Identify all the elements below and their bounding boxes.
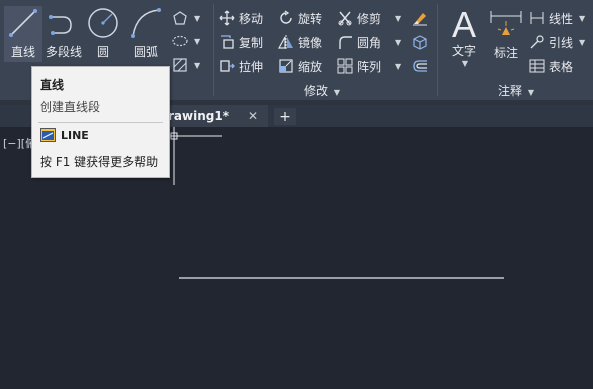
dimension-label: 标注 <box>493 46 518 60</box>
chevron-down-icon: ▼ <box>194 13 201 23</box>
line-label: 直线 <box>10 45 35 59</box>
dimension-button[interactable]: 标注 <box>487 6 525 62</box>
chevron-down-icon: ▼ <box>333 88 340 97</box>
leader-label: 引线 <box>549 35 574 50</box>
copy-label: 复制 <box>239 35 264 50</box>
annotation-panel-title[interactable]: 注释 ▼ <box>498 82 534 99</box>
move-button[interactable]: 移动 <box>219 8 263 28</box>
panel-separator <box>437 4 438 96</box>
circle-icon <box>85 6 121 40</box>
text-icon: A <box>446 6 482 42</box>
linear-button[interactable]: 线性 ▼ <box>529 8 585 28</box>
move-label: 移动 <box>239 11 264 26</box>
array-label: 阵列 <box>357 59 382 74</box>
line-icon <box>5 6 41 40</box>
chevron-down-icon: ▼ <box>395 37 402 47</box>
drawing-tab-label: rawing1* <box>168 109 229 123</box>
chevron-down-icon: ▼ <box>395 13 402 23</box>
table-label: 表格 <box>549 59 574 74</box>
svg-text:A: A <box>452 6 476 42</box>
tooltip-command-name: LINE <box>61 128 89 142</box>
array-button[interactable]: 阵列 ▼ <box>337 56 401 76</box>
polyline-label: 多段线 <box>45 45 82 59</box>
offset-button[interactable] <box>411 56 429 76</box>
mirror-label: 镜像 <box>298 35 323 50</box>
array-icon <box>337 58 353 74</box>
stretch-icon <box>220 60 235 72</box>
stretch-label: 拉伸 <box>239 59 264 74</box>
command-line-icon <box>40 128 56 142</box>
chevron-down-icon: ▼ <box>395 61 402 71</box>
leader-icon <box>530 35 544 49</box>
text-button[interactable]: A 文字 ▼ <box>443 6 485 68</box>
chevron-down-icon: ▼ <box>579 37 586 47</box>
modify-panel-title[interactable]: 修改 ▼ <box>304 82 340 99</box>
mirror-icon <box>278 35 293 49</box>
ellipse-button[interactable]: ▼ <box>172 31 200 51</box>
panel-separator <box>213 4 214 96</box>
trim-icon <box>338 11 352 26</box>
tooltip-command: LINE <box>40 128 89 142</box>
tab-drawing1[interactable]: rawing1* ✕ <box>168 105 268 127</box>
rotate-button[interactable]: 旋转 <box>278 8 322 28</box>
eraser-icon <box>413 13 427 26</box>
arc-button[interactable]: 圆弧 <box>128 6 164 62</box>
tooltip-description: 创建直线段 <box>40 100 101 114</box>
copy-icon <box>221 35 234 49</box>
polygon-button[interactable]: ▼ <box>172 8 200 28</box>
chevron-down-icon: ▼ <box>527 88 534 97</box>
polygon-icon <box>173 11 187 25</box>
polyline-icon <box>46 6 82 40</box>
rotate-icon <box>280 10 292 24</box>
3d-box-button[interactable] <box>411 32 429 52</box>
erase-button[interactable] <box>411 8 429 28</box>
scale-label: 缩放 <box>298 59 323 74</box>
table-icon <box>529 59 545 73</box>
line-button[interactable]: 直线 <box>4 6 42 62</box>
fillet-label: 圆角 <box>357 35 382 50</box>
polyline-button[interactable]: 多段线 <box>44 6 84 62</box>
arc-icon <box>128 6 164 40</box>
tooltip-title: 直线 <box>40 78 65 92</box>
linear-dimension-icon <box>530 12 544 24</box>
text-label: 文字 <box>451 44 476 58</box>
fillet-button[interactable]: 圆角 ▼ <box>337 32 401 52</box>
modify-panel-label: 修改 <box>304 84 329 98</box>
scale-button[interactable]: 缩放 <box>278 56 322 76</box>
mirror-button[interactable]: 镜像 <box>278 32 322 52</box>
circle-button[interactable]: 圆 <box>85 6 121 62</box>
fillet-icon <box>339 36 352 49</box>
linear-label: 线性 <box>549 11 574 26</box>
tooltip-divider <box>38 122 163 123</box>
offset-icon <box>413 60 427 72</box>
rotate-label: 旋转 <box>298 11 323 26</box>
leader-button[interactable]: 引线 ▼ <box>529 32 585 52</box>
move-icon <box>219 10 235 26</box>
table-button[interactable]: 表格 <box>529 56 573 76</box>
annotation-panel-label: 注释 <box>498 84 523 98</box>
trim-button[interactable]: 修剪 ▼ <box>337 8 401 28</box>
new-tab-button[interactable]: + <box>274 108 296 125</box>
line-tooltip: 直线 创建直线段 LINE 按 F1 键获得更多帮助 <box>31 66 170 178</box>
trim-label: 修剪 <box>357 11 382 26</box>
hatch-button[interactable]: ▼ <box>172 55 200 75</box>
chevron-down-icon: ▼ <box>194 36 201 46</box>
circle-label: 圆 <box>96 45 109 59</box>
chevron-down-icon: ▼ <box>194 60 201 70</box>
arc-label: 圆弧 <box>133 45 158 59</box>
scale-icon <box>279 59 293 73</box>
stretch-button[interactable]: 拉伸 <box>219 56 263 76</box>
hatch-icon <box>173 58 187 72</box>
ellipse-icon <box>172 35 188 47</box>
tooltip-help: 按 F1 键获得更多帮助 <box>40 155 159 169</box>
dimension-icon <box>488 6 524 44</box>
box-icon <box>413 35 427 50</box>
close-icon[interactable]: ✕ <box>248 109 258 123</box>
copy-button[interactable]: 复制 <box>219 32 263 52</box>
chevron-down-icon: ▼ <box>461 59 469 68</box>
plus-icon: + <box>279 108 291 125</box>
chevron-down-icon: ▼ <box>579 13 586 23</box>
